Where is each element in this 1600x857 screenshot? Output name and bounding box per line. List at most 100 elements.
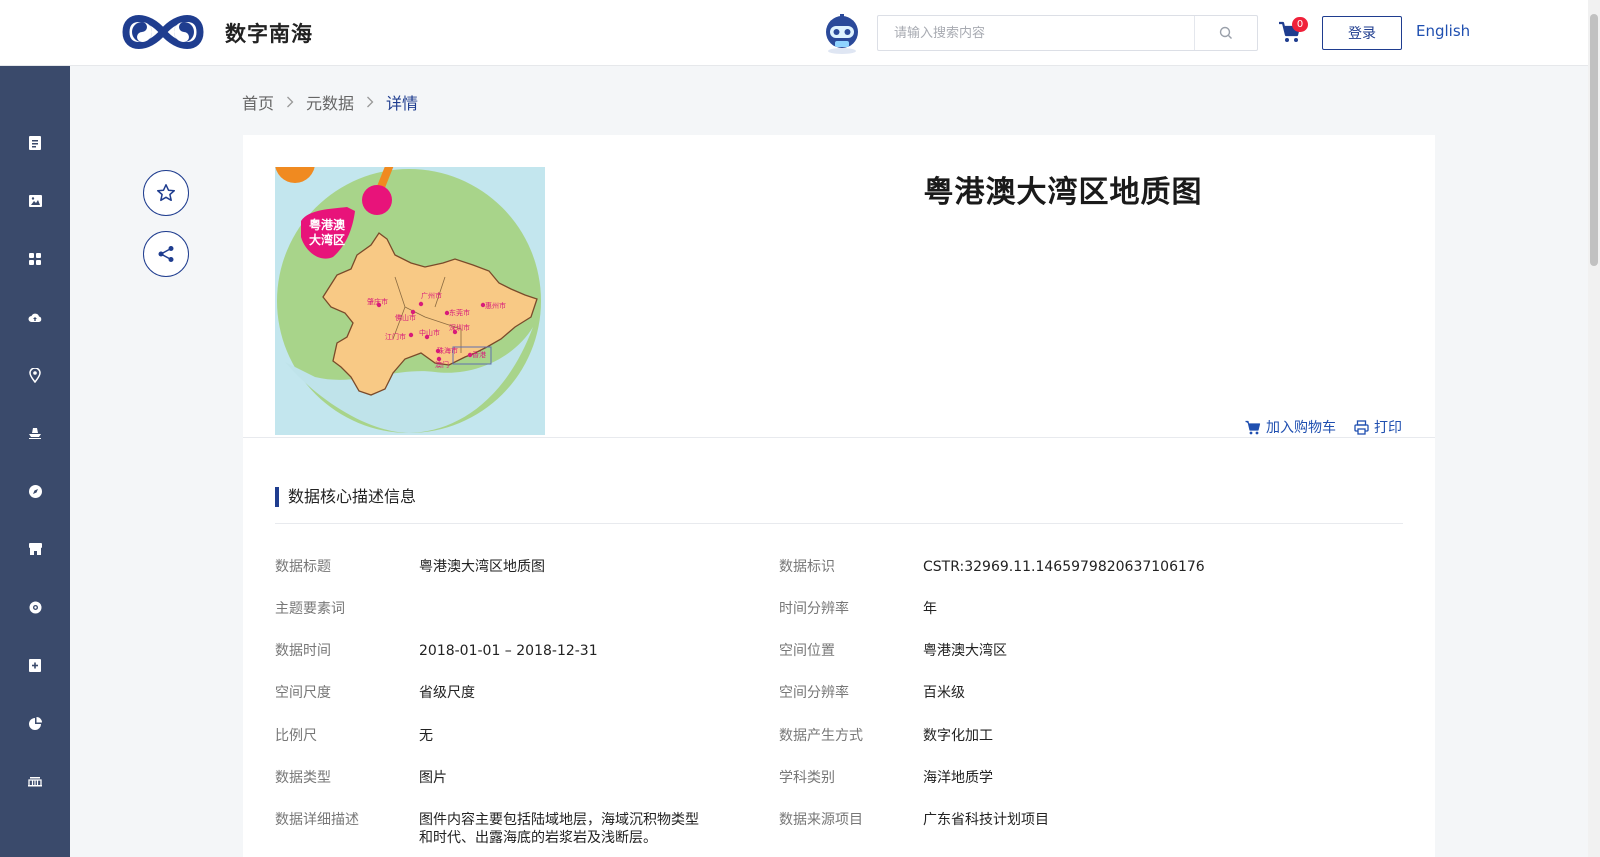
cart-button[interactable]: 0 [1278,17,1308,45]
sidebar-item-grid[interactable] [17,241,53,277]
field-value-map-scale: 无 [419,728,433,744]
breadcrumb-home[interactable]: 首页 [242,90,274,114]
globe-icon [29,601,41,613]
search-button[interactable] [1195,16,1257,50]
breadcrumb-current: 详情 [386,94,419,113]
field-value-time-resolution: 年 [923,601,937,617]
robot-assistant-icon[interactable] [822,13,862,55]
image-icon [28,195,42,207]
svg-text:惠州市: 惠州市 [485,301,506,310]
search-input[interactable] [878,16,1194,50]
share-icon [158,246,174,262]
printer-icon [1354,419,1369,435]
plus-square-icon [29,658,41,672]
field-label-spatial-resolution: 空间分辨率 [779,685,849,701]
cloud-upload-icon [28,313,42,322]
sidebar-item-statistics[interactable] [17,705,53,741]
field-label-time: 数据时间 [275,643,331,659]
svg-text:珠海市: 珠海市 [437,346,458,355]
add-to-cart-label: 加入购物车 [1266,420,1336,436]
dataset-thumbnail[interactable]: 粤港澳 大湾区 肇庆市 广州市 佛山市 东莞市 惠州市 江门市 中山市 深圳市 … [275,167,545,435]
field-label-map-scale: 比例尺 [275,728,317,744]
chevron-right-icon [286,93,294,112]
location-icon [29,367,41,383]
add-to-cart-button[interactable]: 加入购物车 [1245,417,1336,437]
site-logo[interactable] [120,8,206,56]
svg-text:中山市: 中山市 [419,328,440,337]
cart-icon [1245,420,1261,434]
svg-text:肇庆市: 肇庆市 [367,297,388,306]
svg-text:澳门: 澳门 [435,360,449,369]
grid-icon [29,253,41,265]
sidebar-item-location[interactable] [17,357,53,393]
svg-text:香港: 香港 [472,350,486,359]
field-label-location: 空间位置 [779,643,835,659]
sidebar-item-infrastructure[interactable] [17,763,53,799]
sidebar-item-ship[interactable] [17,415,53,451]
field-label-generation-method: 数据产生方式 [779,728,863,744]
ship-icon [29,428,41,439]
top-header: 数字南海 0 登录 English [0,0,1600,66]
detail-actions: 加入购物车 打印 [1245,417,1402,437]
language-switch[interactable]: English [1416,22,1470,40]
sidebar-item-add[interactable] [17,647,53,683]
field-label-discipline: 学科类别 [779,770,835,786]
sidebar-item-compass[interactable] [17,473,53,509]
svg-text:佛山市: 佛山市 [395,313,416,322]
breadcrumb: 首页 元数据 详情 [242,90,418,114]
cart-count-badge: 0 [1292,17,1308,32]
svg-text:江门市: 江门市 [385,332,406,341]
svg-text:广州市: 广州市 [421,291,442,300]
field-label-data-type: 数据类型 [275,770,331,786]
page-scrollbar[interactable] [1588,0,1600,857]
login-button[interactable]: 登录 [1322,16,1402,50]
field-value-spatial-resolution: 百米级 [923,685,965,701]
svg-text:深圳市: 深圳市 [449,323,470,332]
bridge-icon [28,776,42,786]
field-value-generation-method: 数字化加工 [923,728,993,744]
field-label-title: 数据标题 [275,559,331,575]
field-label-source-project: 数据来源项目 [779,812,863,828]
map-region-label-1: 粤港澳 [309,217,346,232]
field-value-identifier: CSTR:32969.11.1465979820637106176 [923,559,1205,575]
field-value-time: 2018-01-01 – 2018-12-31 [419,643,598,659]
star-icon [156,184,176,202]
left-sidebar [0,66,70,857]
store-icon [28,543,42,555]
map-region-label-2: 大湾区 [309,232,345,247]
field-label-description: 数据详细描述 [275,812,359,828]
field-label-keywords: 主题要素词 [275,601,345,617]
section-divider [275,523,1403,524]
favorite-button[interactable] [143,170,189,216]
chevron-right-icon [366,93,374,112]
field-value-spatial-scale: 省级尺度 [419,685,475,701]
field-label-time-resolution: 时间分辨率 [779,601,849,617]
svg-text:东莞市: 东莞市 [449,308,470,317]
field-label-identifier: 数据标识 [779,559,835,575]
search-icon [1219,26,1232,39]
breadcrumb-metadata[interactable]: 元数据 [306,90,354,114]
section-title: 数据核心描述信息 [275,487,416,507]
field-value-title: 粤港澳大湾区地质图 [419,559,545,575]
detail-card: 粤港澳 大湾区 肇庆市 广州市 佛山市 东莞市 惠州市 江门市 中山市 深圳市 … [243,135,1435,857]
sidebar-item-store[interactable] [17,531,53,567]
field-value-description: 图件内容主要包括陆域地层，海域沉积物类型 和时代、出露海底的岩浆岩及浅断层。 [419,812,699,846]
print-label: 打印 [1374,420,1402,436]
field-value-location: 粤港澳大湾区 [923,643,1007,659]
scrollbar-thumb[interactable] [1590,14,1598,266]
sidebar-item-document[interactable] [17,125,53,161]
sidebar-item-globe[interactable] [17,589,53,625]
print-button[interactable]: 打印 [1354,417,1402,437]
document-icon [29,136,41,150]
field-label-spatial-scale: 空间尺度 [275,685,331,701]
map-thumbnail-graphic: 粤港澳 大湾区 肇庆市 广州市 佛山市 东莞市 惠州市 江门市 中山市 深圳市 … [275,167,545,435]
field-value-data-type: 图片 [419,770,447,786]
dataset-title: 粤港澳大湾区地质图 [923,175,1203,210]
divider [243,437,1435,438]
sidebar-item-image[interactable] [17,183,53,219]
sidebar-item-upload[interactable] [17,299,53,335]
site-name[interactable]: 数字南海 [225,18,313,48]
compass-icon [28,484,42,498]
share-button[interactable] [143,231,189,277]
field-value-source-project: 广东省科技计划项目 [923,812,1049,828]
